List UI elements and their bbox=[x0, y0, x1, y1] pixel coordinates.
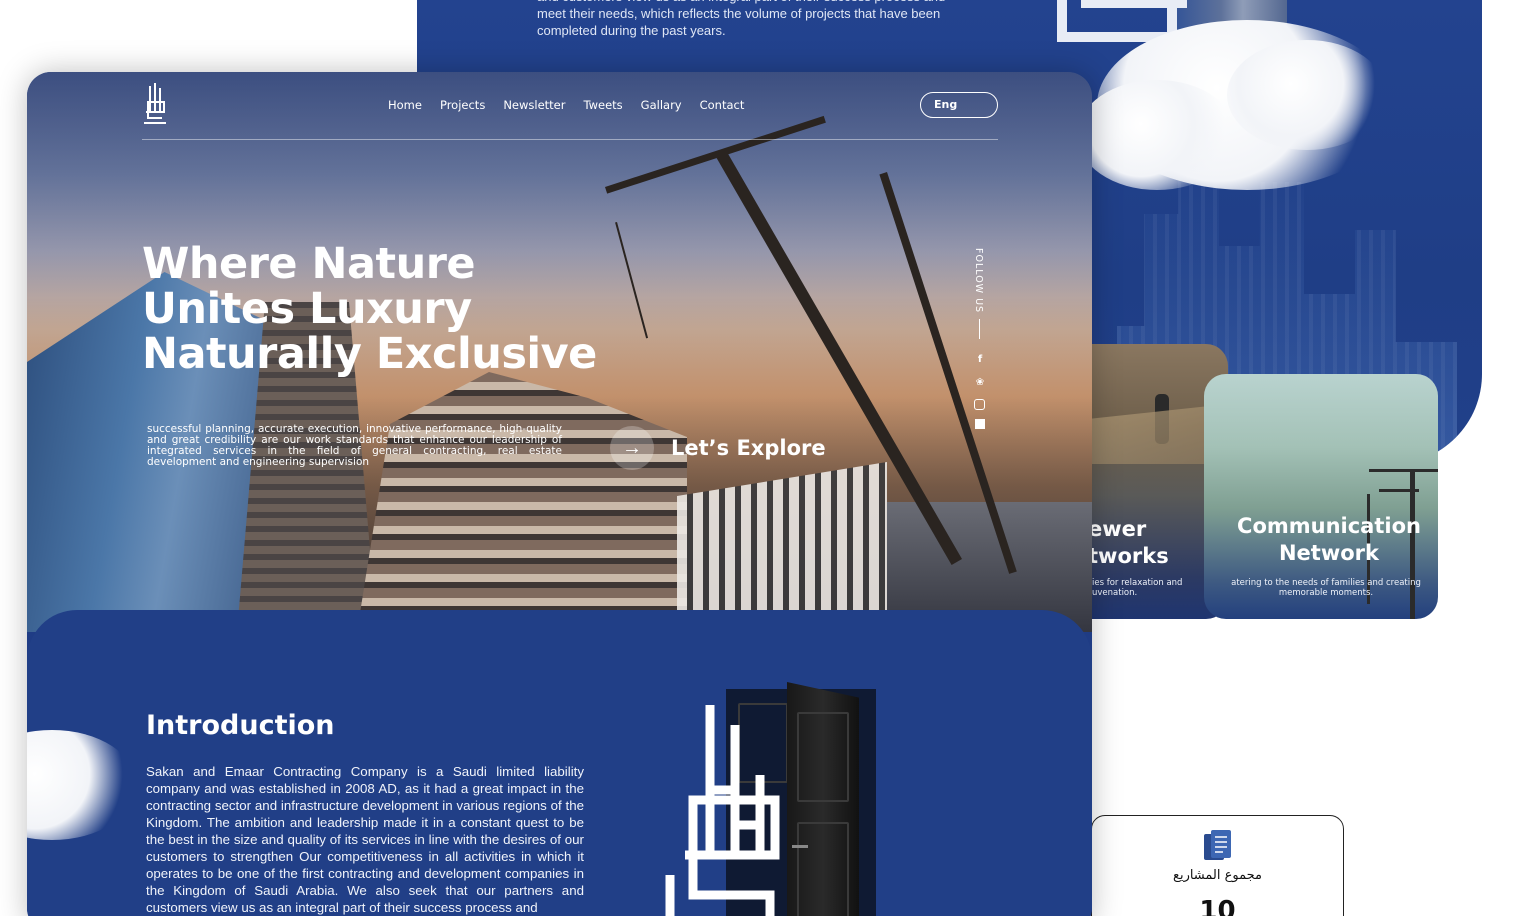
building-right bbox=[677, 462, 887, 632]
card-description: atering to the needs of families and cre… bbox=[1231, 578, 1421, 598]
nav-projects[interactable]: Projects bbox=[440, 98, 485, 112]
hero-title-line: Naturally Exclusive bbox=[142, 329, 597, 379]
explore-label[interactable]: Let’s Explore bbox=[671, 436, 826, 460]
nav-newsletter[interactable]: Newsletter bbox=[503, 98, 565, 112]
door-panel bbox=[797, 712, 849, 802]
nav-tweets[interactable]: Tweets bbox=[583, 98, 622, 112]
language-button[interactable]: Eng bbox=[920, 92, 998, 118]
company-logo[interactable] bbox=[142, 82, 168, 128]
nav-divider bbox=[142, 139, 998, 140]
stat-label: مجموع المشاريع bbox=[1173, 868, 1262, 883]
lloyds-building bbox=[357, 372, 687, 632]
main-nav: Home Projects Newsletter Tweets Gallary … bbox=[388, 98, 762, 112]
news-icon[interactable] bbox=[975, 419, 985, 430]
document-icon bbox=[1204, 830, 1231, 860]
cloud-image bbox=[27, 730, 137, 840]
projects-stat-card: مجموع المشاريع 10 bbox=[1091, 815, 1344, 916]
hero-title: Where Nature Unites Luxury Naturally Exc… bbox=[142, 242, 642, 377]
cloud-image bbox=[1227, 40, 1387, 150]
nav-gallery[interactable]: Gallary bbox=[641, 98, 682, 112]
open-door-image bbox=[787, 682, 859, 916]
stat-value: 10 bbox=[1199, 896, 1236, 916]
intro-body: Sakan and Emaar Contracting Company is a… bbox=[146, 764, 584, 915]
hero-description: successful planning, accurate execution,… bbox=[147, 423, 562, 468]
facebook-icon[interactable]: f bbox=[973, 353, 987, 367]
service-card-communication[interactable]: Communication Network atering to the nee… bbox=[1204, 374, 1438, 619]
door-panel bbox=[797, 822, 849, 916]
hero-title-line: Where Nature bbox=[142, 239, 476, 289]
door-handle bbox=[792, 845, 808, 848]
social-follow-bar: FOLLOW US f ❀ bbox=[973, 248, 987, 430]
utility-pole-arm bbox=[1379, 489, 1419, 492]
follow-divider bbox=[979, 319, 980, 340]
hero-title-line: Unites Luxury bbox=[142, 284, 472, 334]
follow-us-label: FOLLOW US bbox=[973, 248, 984, 314]
cloud-image bbox=[1077, 80, 1237, 190]
utility-pole-arm bbox=[1369, 469, 1438, 472]
nav-home[interactable]: Home bbox=[388, 98, 422, 112]
explore-button[interactable]: → Let’s Explore bbox=[610, 426, 826, 470]
nav-contact[interactable]: Contact bbox=[700, 98, 745, 112]
back-panel-text: and customers view us as an integral par… bbox=[537, 0, 945, 38]
instagram-icon[interactable] bbox=[974, 399, 985, 411]
arrow-right-icon[interactable]: → bbox=[610, 426, 654, 470]
intro-title: Introduction bbox=[146, 710, 335, 741]
crane-jib bbox=[605, 115, 826, 194]
twitter-icon[interactable]: ❀ bbox=[973, 376, 987, 390]
card-description: ies for relaxation and uvenation. bbox=[1092, 578, 1183, 598]
card-title: Communication Network bbox=[1237, 514, 1421, 565]
company-logo-large bbox=[665, 705, 780, 916]
hero-section: Home Projects Newsletter Tweets Gallary … bbox=[27, 72, 1092, 632]
main-page-panel: Home Projects Newsletter Tweets Gallary … bbox=[27, 72, 1092, 916]
introduction-section: Introduction Sakan and Emaar Contracting… bbox=[27, 610, 1092, 916]
